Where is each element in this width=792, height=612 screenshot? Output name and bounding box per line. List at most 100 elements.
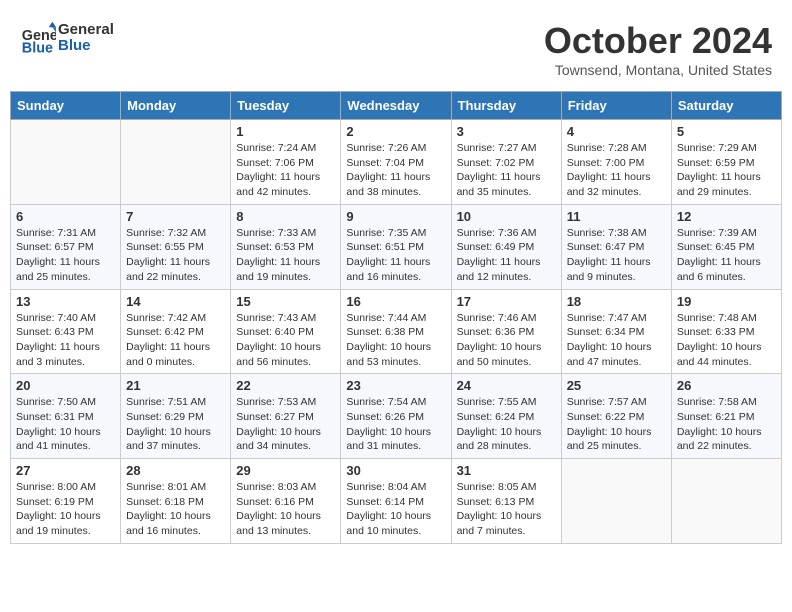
day-info: Sunrise: 7:29 AM Sunset: 6:59 PM Dayligh… (677, 141, 776, 200)
day-info: Sunrise: 7:51 AM Sunset: 6:29 PM Dayligh… (126, 395, 225, 454)
calendar-cell: 11Sunrise: 7:38 AM Sunset: 6:47 PM Dayli… (561, 204, 671, 289)
day-info: Sunrise: 7:48 AM Sunset: 6:33 PM Dayligh… (677, 311, 776, 370)
weekday-header-row: SundayMondayTuesdayWednesdayThursdayFrid… (11, 92, 782, 120)
calendar-cell (11, 120, 121, 205)
calendar-table: SundayMondayTuesdayWednesdayThursdayFrid… (10, 91, 782, 544)
day-info: Sunrise: 7:24 AM Sunset: 7:06 PM Dayligh… (236, 141, 335, 200)
calendar-cell: 16 Sunrise: 7:44 AM Sunset: 6:38 PM Dayli… (341, 289, 451, 374)
calendar-cell: 14 Sunrise: 7:42 AM Sunset: 6:42 PM Dayli… (121, 289, 231, 374)
calendar-cell: 31 Sunrise: 8:05 AM Sunset: 6:13 PM Dayli… (451, 459, 561, 544)
calendar-cell: 19 Sunrise: 7:48 AM Sunset: 6:33 PM Dayli… (671, 289, 781, 374)
day-number: 18 (567, 294, 666, 309)
day-number: 26 (677, 378, 776, 393)
weekday-header-wednesday: Wednesday (341, 92, 451, 120)
day-info: Sunrise: 7:39 AM Sunset: 6:45 PM Dayligh… (677, 226, 776, 285)
day-number: 17 (457, 294, 556, 309)
day-number: 24 (457, 378, 556, 393)
day-info: Sunrise: 7:36 AM Sunset: 6:49 PM Dayligh… (457, 226, 556, 285)
day-number: 8 (236, 209, 335, 224)
calendar-cell: 24 Sunrise: 7:55 AM Sunset: 6:24 PM Dayli… (451, 374, 561, 459)
day-info: Sunrise: 7:35 AM Sunset: 6:51 PM Dayligh… (346, 226, 445, 285)
day-number: 12 (677, 209, 776, 224)
day-info: Sunrise: 8:00 AM Sunset: 6:19 PM Dayligh… (16, 480, 115, 539)
day-number: 7 (126, 209, 225, 224)
day-info: Sunrise: 7:54 AM Sunset: 6:26 PM Dayligh… (346, 395, 445, 454)
day-info: Sunrise: 8:01 AM Sunset: 6:18 PM Dayligh… (126, 480, 225, 539)
day-number: 6 (16, 209, 115, 224)
calendar-cell: 26 Sunrise: 7:58 AM Sunset: 6:21 PM Dayli… (671, 374, 781, 459)
day-number: 9 (346, 209, 445, 224)
day-info: Sunrise: 7:57 AM Sunset: 6:22 PM Dayligh… (567, 395, 666, 454)
day-number: 13 (16, 294, 115, 309)
day-number: 5 (677, 124, 776, 139)
day-info: Sunrise: 7:55 AM Sunset: 6:24 PM Dayligh… (457, 395, 556, 454)
calendar-cell: 22Sunrise: 7:53 AM Sunset: 6:27 PM Dayli… (231, 374, 341, 459)
calendar-cell: 1 Sunrise: 7:24 AM Sunset: 7:06 PM Daylig… (231, 120, 341, 205)
weekday-header-monday: Monday (121, 92, 231, 120)
day-info: Sunrise: 7:46 AM Sunset: 6:36 PM Dayligh… (457, 311, 556, 370)
week-row-5: 27 Sunrise: 8:00 AM Sunset: 6:19 PM Dayli… (11, 459, 782, 544)
calendar-cell: 6 Sunrise: 7:31 AM Sunset: 6:57 PM Daylig… (11, 204, 121, 289)
logo-text-general: General (58, 22, 114, 39)
calendar-cell: 9 Sunrise: 7:35 AM Sunset: 6:51 PM Daylig… (341, 204, 451, 289)
day-number: 10 (457, 209, 556, 224)
logo-icon: General Blue (20, 20, 56, 56)
month-title: October 2024 (544, 20, 772, 62)
calendar-cell: 3 Sunrise: 7:27 AM Sunset: 7:02 PM Daylig… (451, 120, 561, 205)
day-info: Sunrise: 7:26 AM Sunset: 7:04 PM Dayligh… (346, 141, 445, 200)
day-info: Sunrise: 7:32 AM Sunset: 6:55 PM Dayligh… (126, 226, 225, 285)
day-number: 4 (567, 124, 666, 139)
calendar-cell: 12 Sunrise: 7:39 AM Sunset: 6:45 PM Dayli… (671, 204, 781, 289)
day-info: Sunrise: 7:58 AM Sunset: 6:21 PM Dayligh… (677, 395, 776, 454)
title-block: October 2024 Townsend, Montana, United S… (544, 20, 772, 78)
day-info: Sunrise: 7:42 AM Sunset: 6:42 PM Dayligh… (126, 311, 225, 370)
day-info: Sunrise: 7:40 AM Sunset: 6:43 PM Dayligh… (16, 311, 115, 370)
day-number: 3 (457, 124, 556, 139)
calendar-cell (561, 459, 671, 544)
day-info: Sunrise: 7:44 AM Sunset: 6:38 PM Dayligh… (346, 311, 445, 370)
day-info: Sunrise: 7:50 AM Sunset: 6:31 PM Dayligh… (16, 395, 115, 454)
calendar-cell: 17 Sunrise: 7:46 AM Sunset: 6:36 PM Dayli… (451, 289, 561, 374)
calendar-cell: 10 Sunrise: 7:36 AM Sunset: 6:49 PM Dayli… (451, 204, 561, 289)
calendar-cell: 18 Sunrise: 7:47 AM Sunset: 6:34 PM Dayli… (561, 289, 671, 374)
calendar-cell: 27 Sunrise: 8:00 AM Sunset: 6:19 PM Dayli… (11, 459, 121, 544)
calendar-cell: 29 Sunrise: 8:03 AM Sunset: 6:16 PM Dayli… (231, 459, 341, 544)
svg-text:Blue: Blue (22, 40, 53, 56)
weekday-header-tuesday: Tuesday (231, 92, 341, 120)
logo-text-blue: Blue (58, 38, 114, 55)
week-row-3: 13 Sunrise: 7:40 AM Sunset: 6:43 PM Dayli… (11, 289, 782, 374)
week-row-2: 6 Sunrise: 7:31 AM Sunset: 6:57 PM Daylig… (11, 204, 782, 289)
week-row-4: 20Sunrise: 7:50 AM Sunset: 6:31 PM Dayli… (11, 374, 782, 459)
day-number: 19 (677, 294, 776, 309)
page-header: General Blue General Blue October 2024 T… (10, 10, 782, 83)
day-number: 21 (126, 378, 225, 393)
day-info: Sunrise: 8:04 AM Sunset: 6:14 PM Dayligh… (346, 480, 445, 539)
calendar-cell: 13 Sunrise: 7:40 AM Sunset: 6:43 PM Dayli… (11, 289, 121, 374)
day-number: 16 (346, 294, 445, 309)
day-number: 28 (126, 463, 225, 478)
day-number: 14 (126, 294, 225, 309)
day-number: 29 (236, 463, 335, 478)
calendar-cell: 20Sunrise: 7:50 AM Sunset: 6:31 PM Dayli… (11, 374, 121, 459)
location: Townsend, Montana, United States (544, 62, 772, 78)
calendar-cell: 15Sunrise: 7:43 AM Sunset: 6:40 PM Dayli… (231, 289, 341, 374)
day-number: 1 (236, 124, 335, 139)
day-info: Sunrise: 7:31 AM Sunset: 6:57 PM Dayligh… (16, 226, 115, 285)
day-number: 23 (346, 378, 445, 393)
day-info: Sunrise: 7:27 AM Sunset: 7:02 PM Dayligh… (457, 141, 556, 200)
day-info: Sunrise: 7:47 AM Sunset: 6:34 PM Dayligh… (567, 311, 666, 370)
calendar-cell: 21 Sunrise: 7:51 AM Sunset: 6:29 PM Dayli… (121, 374, 231, 459)
day-info: Sunrise: 8:05 AM Sunset: 6:13 PM Dayligh… (457, 480, 556, 539)
calendar-cell: 5 Sunrise: 7:29 AM Sunset: 6:59 PM Daylig… (671, 120, 781, 205)
calendar-cell (121, 120, 231, 205)
day-number: 30 (346, 463, 445, 478)
day-info: Sunrise: 8:03 AM Sunset: 6:16 PM Dayligh… (236, 480, 335, 539)
calendar-cell: 8 Sunrise: 7:33 AM Sunset: 6:53 PM Daylig… (231, 204, 341, 289)
day-number: 31 (457, 463, 556, 478)
day-number: 27 (16, 463, 115, 478)
day-info: Sunrise: 7:28 AM Sunset: 7:00 PM Dayligh… (567, 141, 666, 200)
calendar-cell: 30 Sunrise: 8:04 AM Sunset: 6:14 PM Dayli… (341, 459, 451, 544)
calendar-cell (671, 459, 781, 544)
day-info: Sunrise: 7:33 AM Sunset: 6:53 PM Dayligh… (236, 226, 335, 285)
week-row-1: 1 Sunrise: 7:24 AM Sunset: 7:06 PM Daylig… (11, 120, 782, 205)
